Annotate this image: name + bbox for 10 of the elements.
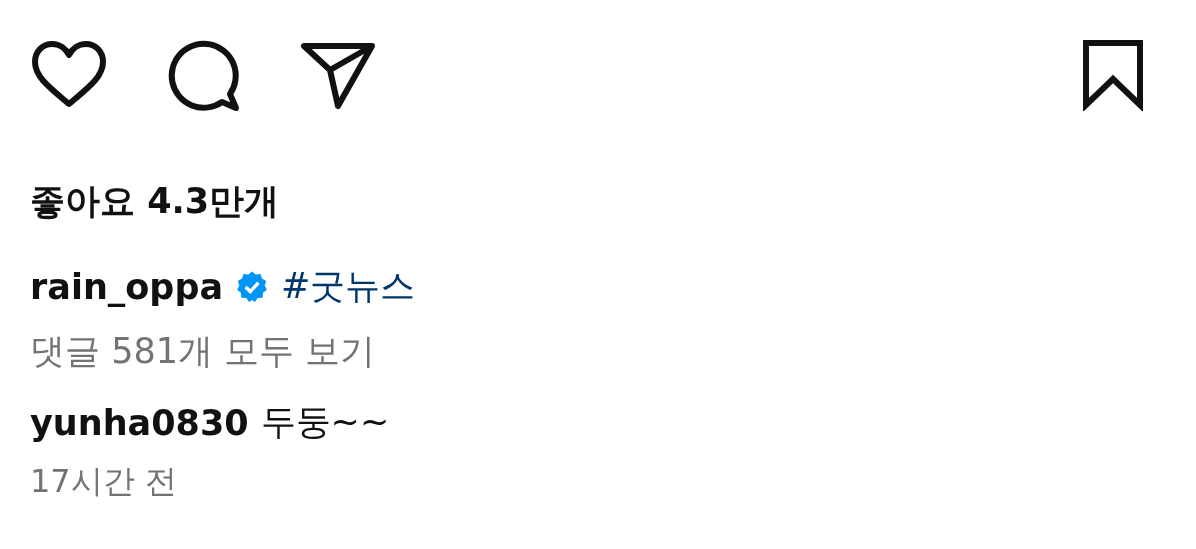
bookmark-icon[interactable] (1080, 39, 1146, 111)
heart-icon[interactable] (30, 40, 108, 110)
comment-username[interactable]: yunha0830 (30, 402, 249, 443)
paper-plane-icon[interactable] (298, 40, 376, 110)
hashtag-link[interactable]: #굿뉴스 (281, 263, 416, 310)
username[interactable]: rain_oppa (30, 266, 224, 307)
view-comments-link[interactable]: 댓글 581개 모두 보기 (30, 328, 1146, 375)
comment-text: 두둥~~ (260, 401, 390, 444)
like-count[interactable]: 좋아요 4.3만개 (30, 178, 1146, 225)
post-time: 17시간 전 (30, 461, 178, 502)
